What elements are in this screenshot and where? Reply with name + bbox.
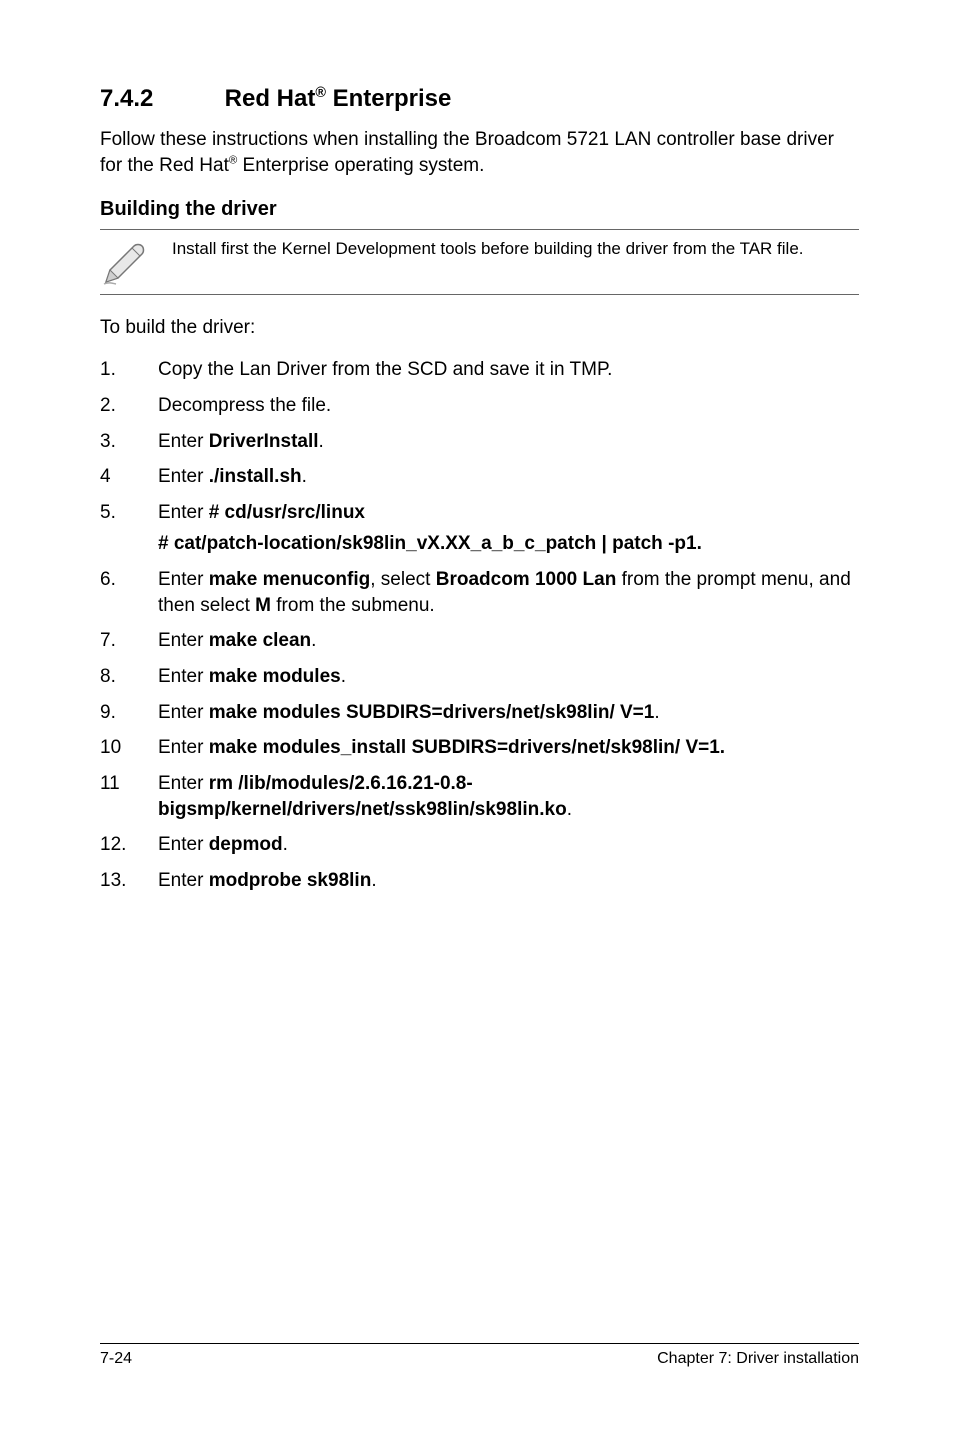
- step-number: 3.: [100, 429, 158, 455]
- step-body: Enter make modules_install SUBDIRS=drive…: [158, 735, 859, 761]
- section-number: 7.4.2: [100, 85, 218, 113]
- note-text: Install first the Kernel Development too…: [172, 238, 804, 261]
- step-number: 7.: [100, 628, 158, 654]
- step-item: 4Enter ./install.sh.: [100, 464, 859, 490]
- bold-text: rm /lib/modules/2.6.16.21-0.8-bigsmp/ker…: [158, 773, 567, 820]
- step-item: 12.Enter depmod.: [100, 832, 859, 858]
- step-body: Decompress the file.: [158, 393, 859, 419]
- step-number: 1.: [100, 357, 158, 383]
- step-item: 11Enter rm /lib/modules/2.6.16.21-0.8-bi…: [100, 771, 859, 822]
- step-body: Enter rm /lib/modules/2.6.16.21-0.8-bigs…: [158, 771, 859, 822]
- step-item: 8.Enter make modules.: [100, 664, 859, 690]
- step-body: Copy the Lan Driver from the SCD and sav…: [158, 357, 859, 383]
- step-body: Enter ./install.sh.: [158, 464, 859, 490]
- step-number: 4: [100, 464, 158, 490]
- pencil-note-icon: [100, 238, 148, 286]
- section-heading: 7.4.2 Red Hat® Enterprise: [100, 85, 859, 113]
- step-item: 7.Enter make clean.: [100, 628, 859, 654]
- step-subline: # cat/patch-location/sk98lin_vX.XX_a_b_c…: [158, 531, 859, 557]
- step-item: 3.Enter DriverInstall.: [100, 429, 859, 455]
- bold-text: make clean: [209, 630, 311, 651]
- step-body: Enter make modules SUBDIRS=drivers/net/s…: [158, 700, 859, 726]
- step-number: 10: [100, 735, 158, 761]
- step-body: Enter # cd/usr/src/linux# cat/patch-loca…: [158, 500, 859, 557]
- bold-text: make modules SUBDIRS=drivers/net/sk98lin…: [209, 702, 655, 723]
- bold-text: # cat/patch-location/sk98lin_vX.XX_a_b_c…: [158, 533, 702, 554]
- footer-page-number: 7-24: [100, 1350, 132, 1368]
- bold-text: Broadcom 1000 Lan: [436, 569, 617, 590]
- bold-text: modprobe sk98lin: [209, 870, 372, 891]
- step-number: 12.: [100, 832, 158, 858]
- section-title-pre: Red Hat: [225, 85, 316, 112]
- step-body: Enter make menuconfig, select Broadcom 1…: [158, 567, 859, 618]
- page-footer: 7-24 Chapter 7: Driver installation: [100, 1343, 859, 1368]
- bold-text: M: [255, 595, 271, 616]
- step-number: 2.: [100, 393, 158, 419]
- subheading: Building the driver: [100, 198, 859, 221]
- bold-text: DriverInstall: [209, 431, 319, 452]
- section-title-post: Enterprise: [326, 85, 451, 112]
- step-item: 13.Enter modprobe sk98lin.: [100, 868, 859, 894]
- bold-text: ./install.sh: [209, 466, 302, 487]
- step-number: 11: [100, 771, 158, 822]
- bold-text: make modules: [209, 666, 341, 687]
- intro-text-2: Enterprise operating system.: [237, 155, 484, 176]
- step-item: 9.Enter make modules SUBDIRS=drivers/net…: [100, 700, 859, 726]
- step-item: 5.Enter # cd/usr/src/linux# cat/patch-lo…: [100, 500, 859, 557]
- step-number: 8.: [100, 664, 158, 690]
- section-title-sup: ®: [315, 85, 326, 101]
- steps-list: 1.Copy the Lan Driver from the SCD and s…: [100, 357, 859, 893]
- lead-text: To build the driver:: [100, 317, 859, 339]
- step-body: Enter depmod.: [158, 832, 859, 858]
- bold-text: make modules_install SUBDIRS=drivers/net…: [209, 737, 725, 758]
- step-item: 10Enter make modules_install SUBDIRS=dri…: [100, 735, 859, 761]
- note-block: Install first the Kernel Development too…: [100, 229, 859, 295]
- intro-sup: ®: [229, 154, 237, 166]
- bold-text: make menuconfig: [209, 569, 371, 590]
- bold-text: # cd/usr/src/linux: [209, 502, 365, 523]
- step-number: 5.: [100, 500, 158, 557]
- step-item: 6.Enter make menuconfig, select Broadcom…: [100, 567, 859, 618]
- step-number: 13.: [100, 868, 158, 894]
- step-number: 6.: [100, 567, 158, 618]
- step-item: 1.Copy the Lan Driver from the SCD and s…: [100, 357, 859, 383]
- step-item: 2.Decompress the file.: [100, 393, 859, 419]
- step-body: Enter make modules.: [158, 664, 859, 690]
- step-body: Enter modprobe sk98lin.: [158, 868, 859, 894]
- step-body: Enter make clean.: [158, 628, 859, 654]
- intro-paragraph: Follow these instructions when installin…: [100, 127, 859, 178]
- footer-chapter: Chapter 7: Driver installation: [657, 1350, 859, 1368]
- step-number: 9.: [100, 700, 158, 726]
- bold-text: depmod: [209, 834, 283, 855]
- step-body: Enter DriverInstall.: [158, 429, 859, 455]
